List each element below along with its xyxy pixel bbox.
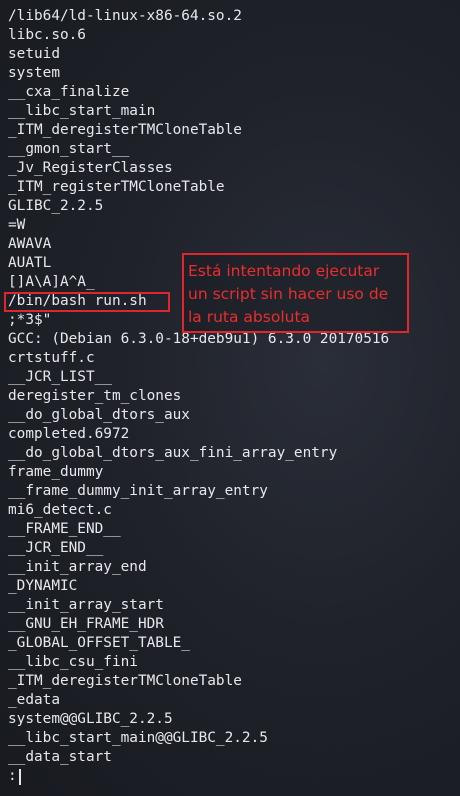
terminal-line: __GNU_EH_FRAME_HDR bbox=[8, 616, 164, 632]
terminal-line: __init_array_end bbox=[8, 559, 147, 575]
terminal-line: _Jv_RegisterClasses bbox=[8, 160, 173, 176]
terminal-line: __JCR_END__ bbox=[8, 540, 104, 556]
terminal-line: AWAVA bbox=[8, 236, 52, 252]
terminal-line: __frame_dummy_init_array_entry bbox=[8, 483, 268, 499]
terminal-window[interactable]: /lib64/ld-linux-x86-64.so.2 libc.so.6 setu… bbox=[0, 0, 460, 796]
terminal-line: __libc_start_main@@GLIBC_2.2.5 bbox=[8, 730, 268, 746]
terminal-line: libc.so.6 bbox=[8, 27, 86, 43]
terminal-line: =W bbox=[8, 217, 26, 233]
highlight-box bbox=[4, 292, 170, 312]
terminal-line: __do_global_dtors_aux bbox=[8, 407, 190, 423]
terminal-line: setuid bbox=[8, 46, 60, 62]
terminal-line: _ITM_registerTMCloneTable bbox=[8, 179, 225, 195]
terminal-line: GLIBC_2.2.5 bbox=[8, 198, 104, 214]
terminal-line: system bbox=[8, 65, 60, 81]
terminal-line: _ITM_deregisterTMCloneTable bbox=[8, 673, 242, 689]
annotation-callout: Está intentando ejecutar un script sin h… bbox=[182, 253, 409, 333]
prompt-text: : bbox=[8, 768, 17, 784]
terminal-line: _ITM_deregisterTMCloneTable bbox=[8, 122, 242, 138]
terminal-line: _GLOBAL_OFFSET_TABLE_ bbox=[8, 635, 190, 651]
terminal-line: mi6_detect.c bbox=[8, 502, 112, 518]
terminal-line: frame_dummy bbox=[8, 464, 104, 480]
terminal-line: _DYNAMIC bbox=[8, 578, 78, 594]
terminal-line: _edata bbox=[8, 692, 60, 708]
terminal-line: __data_start bbox=[8, 749, 112, 765]
terminal-line: completed.6972 bbox=[8, 426, 130, 442]
terminal-line: __do_global_dtors_aux_fini_array_entry bbox=[8, 445, 338, 461]
terminal-line: system@@GLIBC_2.2.5 bbox=[8, 711, 173, 727]
terminal-line: __libc_start_main bbox=[8, 103, 156, 119]
terminal-line: __init_array_start bbox=[8, 597, 164, 613]
pager-prompt[interactable]: : bbox=[8, 767, 389, 786]
terminal-line: __libc_csu_fini bbox=[8, 654, 138, 670]
terminal-line: deregister_tm_clones bbox=[8, 388, 182, 404]
terminal-line: crtstuff.c bbox=[8, 350, 95, 366]
terminal-output: /lib64/ld-linux-x86-64.so.2 libc.so.6 setu… bbox=[8, 7, 389, 786]
terminal-line: __gmon_start__ bbox=[8, 141, 130, 157]
terminal-line: __cxa_finalize bbox=[8, 84, 130, 100]
text-cursor bbox=[18, 768, 21, 785]
terminal-line: __JCR_LIST__ bbox=[8, 369, 112, 385]
terminal-line: __FRAME_END__ bbox=[8, 521, 121, 537]
terminal-line: /lib64/ld-linux-x86-64.so.2 bbox=[8, 8, 242, 24]
